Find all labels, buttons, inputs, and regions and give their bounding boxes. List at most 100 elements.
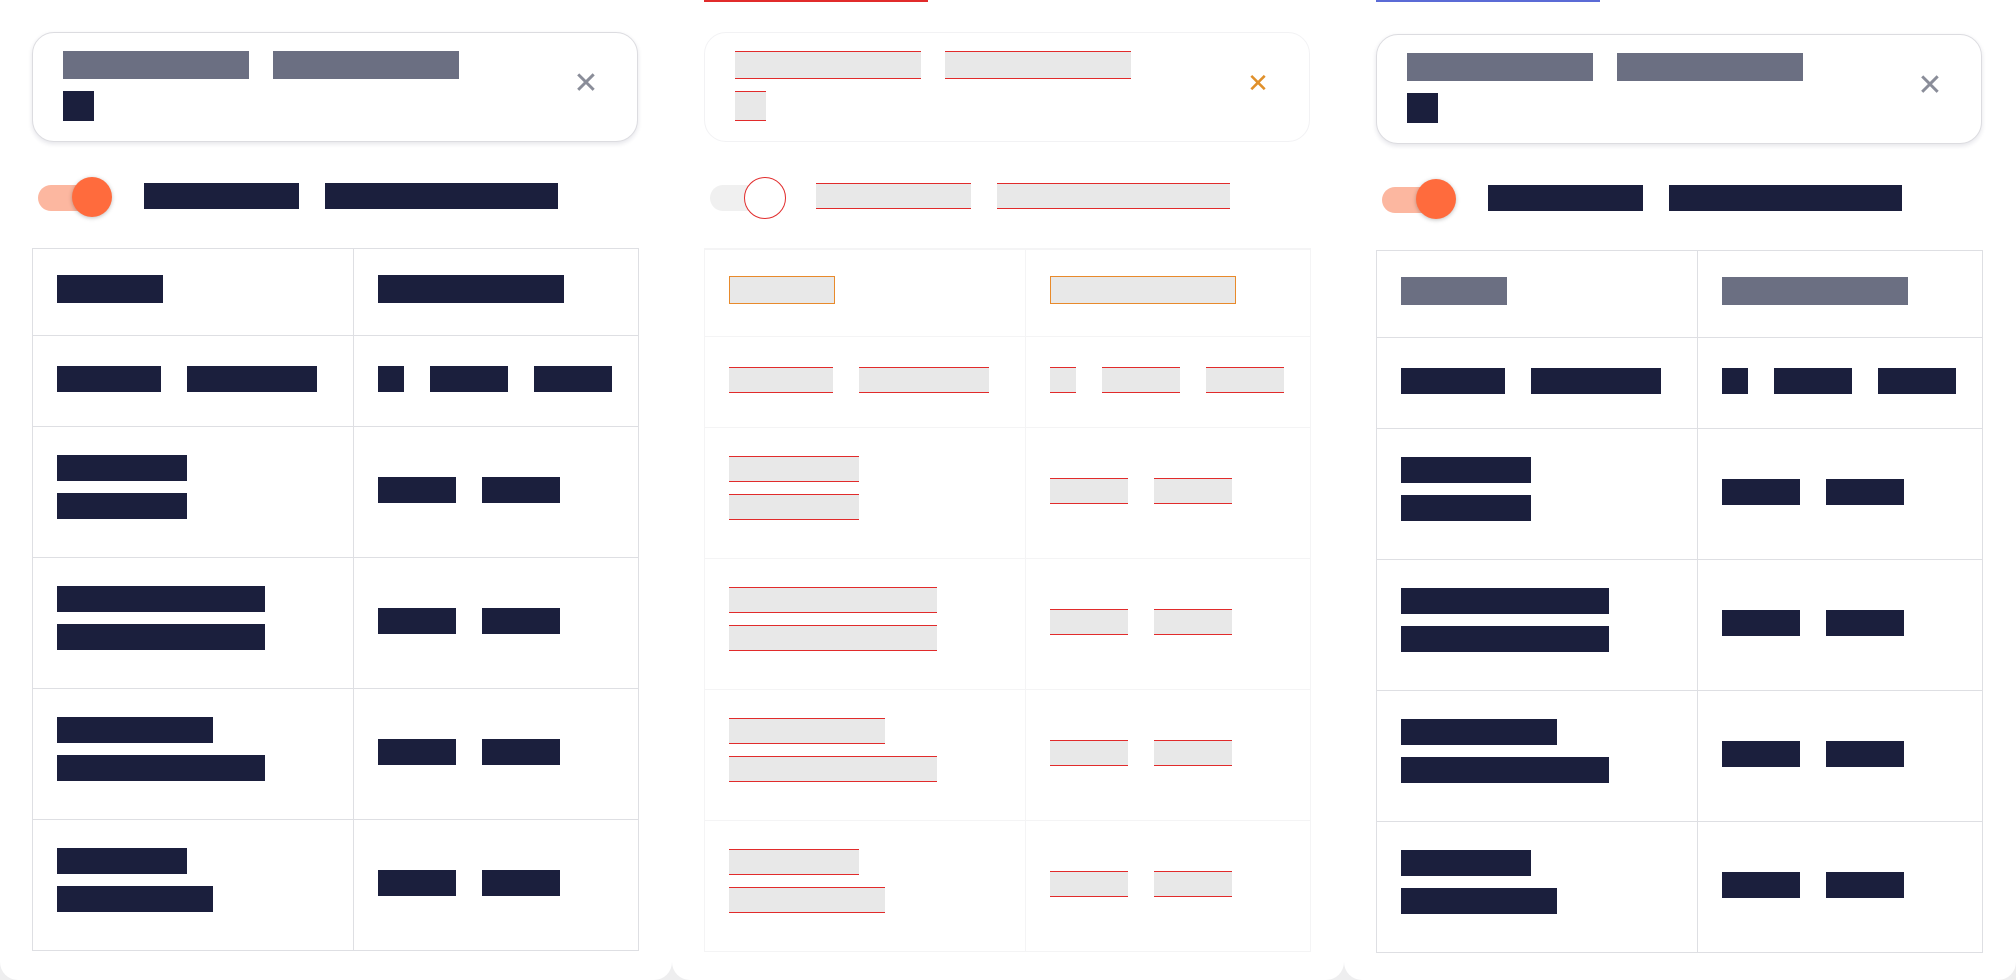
cell-value [1049, 871, 1128, 897]
table-row[interactable] [33, 819, 638, 950]
table-cell [1026, 821, 1310, 951]
toggle-labels [816, 183, 1230, 209]
cell-value [481, 608, 560, 634]
cell-value [729, 756, 937, 782]
cell-value [1401, 719, 1557, 745]
cell-value [377, 477, 456, 503]
table-header-cell [705, 250, 1026, 336]
cell-value [859, 367, 989, 393]
table-row[interactable] [705, 820, 1310, 951]
cell-value [429, 366, 508, 392]
cell-value [729, 367, 833, 393]
table-row[interactable] [33, 557, 638, 688]
cell-value [481, 477, 560, 503]
cell-value [1721, 610, 1800, 636]
table-row[interactable] [1377, 821, 1982, 952]
cell-value [481, 739, 560, 765]
cell-value [1401, 495, 1531, 521]
toggle-label [144, 183, 299, 209]
toggle-knob[interactable] [744, 177, 786, 219]
table-cell [1698, 338, 1982, 428]
search-chip[interactable] [735, 51, 921, 79]
toggle-knob[interactable] [72, 177, 112, 217]
table-cell [705, 559, 1026, 689]
table-header-cell [33, 249, 354, 335]
cell-value [1101, 367, 1180, 393]
toggle-labels [144, 183, 558, 209]
column-header[interactable] [1721, 277, 1908, 305]
cell-value [729, 456, 859, 482]
toggle-knob[interactable] [1416, 179, 1456, 219]
toggle-labels [1488, 185, 1902, 211]
toggle-label [816, 183, 971, 209]
cell-value [1825, 741, 1904, 767]
column-header[interactable] [1049, 276, 1236, 304]
search-card[interactable]: ✕ [1376, 34, 1982, 144]
toggle-label [1488, 185, 1643, 211]
top-accent [704, 0, 928, 2]
table-cell [354, 689, 638, 819]
cell-value [1205, 367, 1284, 393]
cell-value [1721, 741, 1800, 767]
table-cell [354, 336, 638, 426]
close-icon[interactable]: ✕ [569, 67, 603, 101]
data-table [32, 248, 639, 951]
close-icon[interactable]: ✕ [1241, 67, 1275, 101]
cell-value [1877, 368, 1956, 394]
table-row[interactable] [33, 335, 638, 426]
column-header[interactable] [1401, 277, 1507, 305]
table-row[interactable] [1377, 690, 1982, 821]
cell-value [377, 608, 456, 634]
table-row[interactable] [705, 427, 1310, 558]
cell-value [1721, 872, 1800, 898]
screen: ✕ ✕ ✕ [0, 0, 2016, 980]
column-header[interactable] [377, 275, 564, 303]
table-header-row [1377, 251, 1982, 337]
cell-value [1049, 609, 1128, 635]
panel-diff: ✕ [672, 0, 1344, 980]
cell-line [1721, 610, 1958, 636]
table-row[interactable] [33, 426, 638, 557]
panel-candidate: ✕ [1344, 0, 2016, 980]
column-header[interactable] [729, 276, 835, 304]
cell-value [1153, 871, 1232, 897]
toggle-switch[interactable] [36, 173, 114, 219]
table-cell [33, 689, 354, 819]
table-cell [1026, 690, 1310, 820]
toggle-label [325, 183, 558, 209]
table-row[interactable] [1377, 559, 1982, 690]
table-cell [1377, 338, 1698, 428]
table-row[interactable] [1377, 428, 1982, 559]
cell-line [1721, 479, 1958, 505]
cell-line [729, 367, 1001, 393]
search-card[interactable]: ✕ [32, 32, 638, 142]
cell-value [57, 755, 265, 781]
cell-value [481, 870, 560, 896]
search-chip[interactable] [1407, 53, 1593, 81]
search-chip-small[interactable] [63, 91, 94, 121]
search-chip[interactable] [63, 51, 249, 79]
table-cell [705, 337, 1026, 427]
search-chip-small[interactable] [735, 91, 766, 121]
table-row[interactable] [1377, 337, 1982, 428]
table-row[interactable] [705, 689, 1310, 820]
search-chip[interactable] [1617, 53, 1803, 81]
search-chip[interactable] [273, 51, 459, 79]
search-chip-small[interactable] [1407, 93, 1438, 123]
cell-line [377, 739, 614, 765]
cell-value [57, 586, 265, 612]
table-cell [705, 428, 1026, 558]
search-chip[interactable] [945, 51, 1131, 79]
column-header[interactable] [57, 275, 163, 303]
table-row[interactable] [705, 336, 1310, 427]
table-row[interactable] [705, 558, 1310, 689]
toggle-row [36, 170, 558, 222]
table-row[interactable] [33, 688, 638, 819]
toggle-switch[interactable] [708, 173, 786, 219]
close-icon[interactable]: ✕ [1913, 69, 1947, 103]
cell-value [729, 849, 859, 875]
toggle-switch[interactable] [1380, 175, 1458, 221]
table-cell [1377, 560, 1698, 690]
search-card[interactable]: ✕ [704, 32, 1310, 142]
cell-value [1401, 757, 1609, 783]
